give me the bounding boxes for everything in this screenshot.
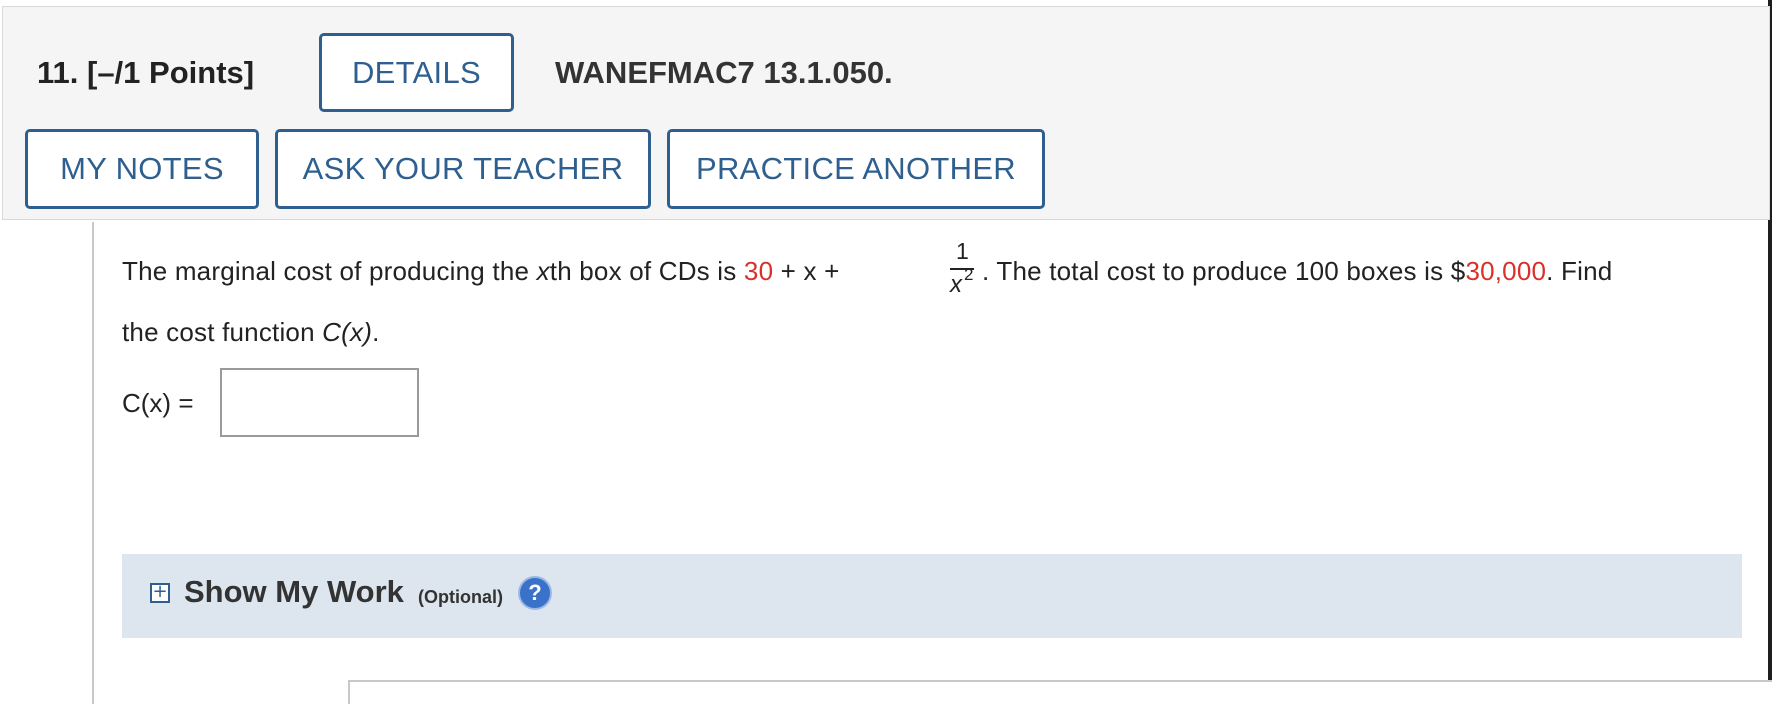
fraction-numerator: 1 — [956, 238, 969, 264]
question-text-segment: . The total cost to produce 100 boxes is… — [982, 256, 1466, 286]
fraction-one-over-x-squared: 1 x 2 — [950, 238, 974, 308]
variable-x: x — [536, 256, 550, 286]
answer-input[interactable] — [220, 368, 419, 437]
question-text-segment: the cost function — [122, 317, 323, 347]
show-my-work-panel: + Show My Work (Optional) ? — [122, 554, 1742, 638]
question-number: 11. [–/1 Points] — [37, 55, 255, 90]
question-text-line2: the cost function C(x). — [122, 317, 380, 348]
fraction-denominator: x — [950, 271, 962, 298]
content-divider — [92, 222, 94, 704]
practice-another-button[interactable]: PRACTICE ANOTHER — [667, 129, 1045, 209]
question-text-segment: . — [372, 317, 380, 347]
optional-label: (Optional) — [418, 587, 503, 607]
help-icon[interactable]: ? — [518, 576, 552, 610]
fraction-exponent: 2 — [964, 265, 974, 284]
question-text-segment: . Find — [1546, 256, 1613, 286]
question-text-segment: th box of CDs is — [549, 256, 744, 286]
question-text-line1: The marginal cost of producing the xth b… — [122, 256, 839, 287]
plus-x-plus: + x + — [773, 256, 840, 286]
details-button[interactable]: DETAILS — [319, 33, 514, 112]
show-my-work-title[interactable]: Show My Work — [184, 574, 404, 610]
value-30: 30 — [743, 256, 774, 286]
expand-plus-icon[interactable]: + — [150, 583, 170, 603]
question-text-segment: The marginal cost of producing the — [122, 256, 537, 286]
work-area-frame — [348, 680, 1772, 704]
question-code: WANEFMAC7 13.1.050. — [555, 55, 893, 90]
cost-function-name: C(x) — [322, 317, 373, 347]
question-header: 11. [–/1 Points] DETAILS WANEFMAC7 13.1.… — [2, 6, 1770, 220]
answer-label: C(x) = — [122, 388, 194, 418]
my-notes-button[interactable]: MY NOTES — [25, 129, 259, 209]
ask-teacher-button[interactable]: ASK YOUR TEACHER — [275, 129, 651, 209]
value-total-cost: 30,000 — [1465, 256, 1547, 286]
question-text-continued: . The total cost to produce 100 boxes is… — [982, 256, 1612, 287]
